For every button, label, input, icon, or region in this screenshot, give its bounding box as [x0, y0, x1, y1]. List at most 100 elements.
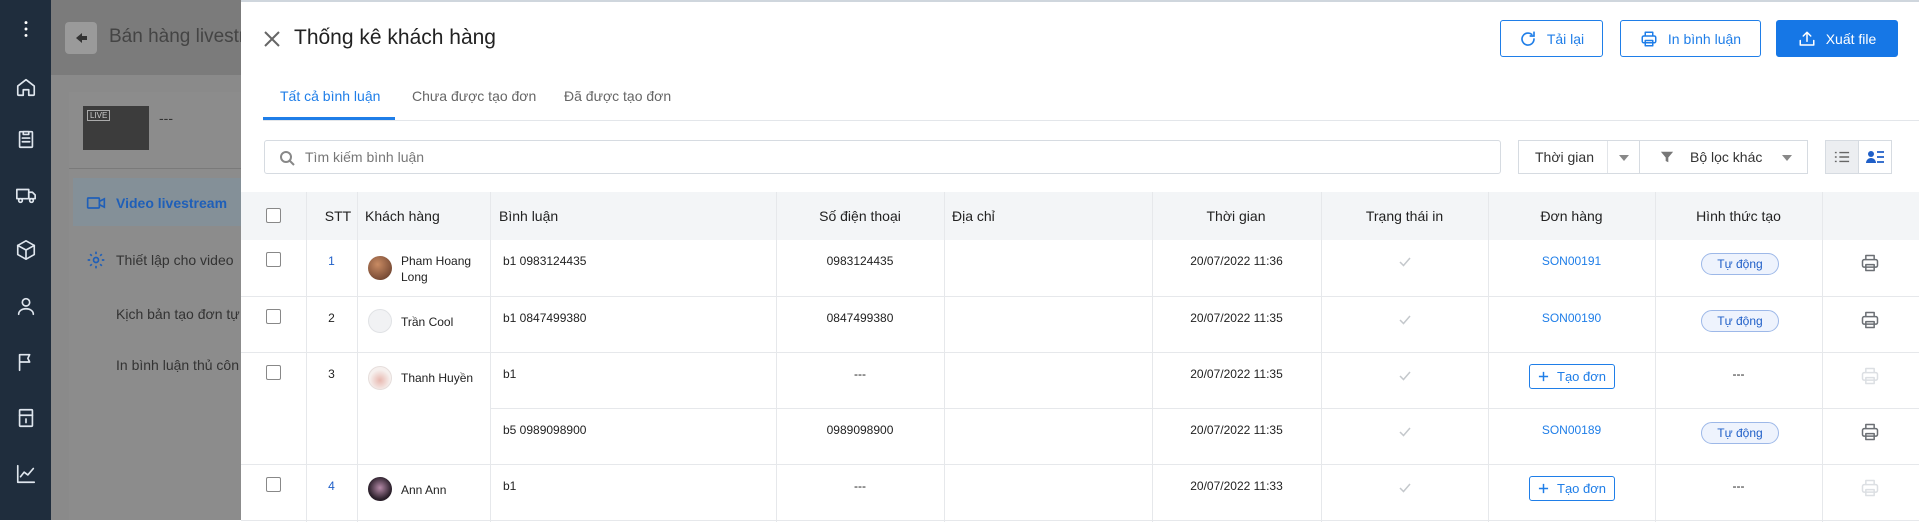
back-button[interactable] — [65, 22, 97, 54]
rail-home[interactable] — [0, 67, 51, 107]
other-filter-select[interactable]: Bộ lọc khác — [1639, 140, 1808, 174]
row-print-button[interactable] — [1860, 422, 1880, 445]
close-button[interactable] — [261, 28, 283, 50]
col-method: Hình thức tạo — [1696, 208, 1781, 224]
search-icon — [280, 151, 295, 166]
comment-text: b1 0847499380 — [503, 311, 587, 325]
menu-item-label: Thiết lập cho video — [116, 252, 234, 268]
order-link[interactable]: SON00190 — [1488, 311, 1655, 325]
order-link[interactable]: SON00191 — [1488, 254, 1655, 268]
row-stt: 2 — [328, 311, 335, 325]
video-camera-icon — [86, 197, 106, 209]
order-link[interactable]: SON00189 — [1488, 423, 1655, 437]
print-comments-button[interactable]: In bình luận — [1620, 20, 1761, 57]
method-badge: Tự động — [1701, 310, 1779, 332]
card-view-toggle[interactable] — [1858, 140, 1892, 174]
reload-button[interactable]: Tải lại — [1500, 20, 1603, 57]
user-icon — [17, 297, 34, 316]
row-checkbox[interactable] — [266, 477, 281, 492]
rail-finance[interactable] — [0, 398, 51, 438]
active-tab-indicator — [263, 117, 395, 120]
rail-customers[interactable] — [0, 286, 51, 326]
rail-campaigns[interactable] — [0, 342, 51, 382]
rail-reports[interactable] — [0, 454, 51, 494]
truck-icon — [15, 188, 36, 204]
stream-thumbnail: LIVE — [83, 106, 149, 150]
row-checkbox[interactable] — [266, 309, 281, 324]
row-checkbox[interactable] — [266, 252, 281, 267]
search-input[interactable] — [303, 142, 1493, 172]
rail-products[interactable] — [0, 230, 51, 270]
box-icon — [16, 240, 35, 260]
check-icon — [1399, 427, 1411, 437]
close-icon — [264, 31, 280, 47]
print-status — [1398, 369, 1412, 386]
reload-button-label: Tải lại — [1546, 30, 1585, 47]
menu-item-manual-print[interactable]: In bình luận thủ côn — [116, 357, 239, 373]
col-print-status: Trạng thái in — [1365, 208, 1444, 224]
avatar — [368, 309, 392, 333]
avatar — [368, 477, 392, 501]
comment-text: b1 — [503, 479, 517, 493]
rail-shipping[interactable] — [0, 175, 51, 215]
customer-name-line2: Long — [401, 270, 428, 284]
printer-icon — [1861, 479, 1879, 497]
upload-icon — [1799, 31, 1815, 46]
create-order-button[interactable]: Tạo đơn — [1529, 476, 1615, 501]
modal-title: Thống kê khách hàng — [294, 26, 496, 49]
plus-icon — [1538, 483, 1549, 494]
select-divider — [1607, 141, 1608, 173]
row-checkbox[interactable] — [266, 365, 281, 380]
customer-name: Trần Cool — [401, 315, 454, 329]
print-status — [1398, 425, 1412, 442]
create-order-button[interactable]: Tạo đơn — [1529, 364, 1615, 389]
rail-menu-button[interactable] — [0, 9, 51, 49]
menu-item-video-livestream[interactable]: Video livestream — [86, 195, 227, 211]
table-header: STT Khách hàng Bình luận Số điện thoại Đ… — [241, 192, 1919, 240]
comment-text: b1 — [503, 367, 517, 381]
print-status — [1398, 481, 1412, 498]
col-time: Thời gian — [1206, 208, 1266, 224]
avatar — [368, 366, 392, 390]
stream-title: --- — [159, 110, 173, 126]
printer-icon — [1861, 367, 1879, 385]
menu-item-order-script[interactable]: Kịch bản tạo đơn tự — [116, 306, 240, 322]
tab-ordered[interactable]: Đã được tạo đơn — [564, 88, 671, 104]
time-filter-select[interactable]: Thời gian — [1518, 140, 1640, 174]
customer-name: Thanh Huyền — [401, 371, 474, 385]
col-address: Địa chỉ — [952, 208, 995, 224]
customer-name-line1: Pham Hoang — [401, 254, 472, 268]
filter-icon — [1660, 151, 1674, 163]
col-order: Đơn hàng — [1540, 208, 1603, 224]
phone-text: --- — [854, 367, 866, 381]
customer-stats-modal: Thống kê khách hàng Tải lại In bình luận… — [241, 0, 1919, 522]
row-print-button[interactable] — [1860, 253, 1880, 276]
tab-all-comments[interactable]: Tất cả bình luận — [280, 88, 380, 104]
row-print-button[interactable] — [1860, 310, 1880, 333]
time-filter-label: Thời gian — [1535, 149, 1594, 165]
check-icon — [1399, 483, 1411, 493]
customer-name: Ann Ann — [401, 483, 447, 497]
print-status — [1398, 313, 1412, 330]
row-stt: 3 — [328, 367, 335, 381]
phone-text: 0989098900 — [826, 423, 894, 437]
rail-orders[interactable] — [0, 119, 51, 159]
list-view-icon — [1834, 151, 1850, 163]
export-file-button[interactable]: Xuất file — [1776, 20, 1898, 57]
col-phone: Số điện thoại — [819, 208, 901, 224]
reload-icon — [1521, 30, 1535, 46]
select-all-checkbox[interactable] — [266, 208, 281, 223]
tab-not-ordered[interactable]: Chưa được tạo đơn — [412, 88, 536, 104]
printer-icon — [1861, 423, 1879, 441]
printer-icon — [1641, 31, 1657, 46]
flag-icon — [18, 353, 30, 372]
list-view-toggle[interactable] — [1825, 140, 1859, 174]
phone-text: 0983124435 — [826, 254, 894, 268]
back-arrow-icon — [76, 33, 87, 43]
check-icon — [1399, 371, 1411, 381]
method-badge: Tự động — [1701, 422, 1779, 444]
menu-item-video-settings[interactable]: Thiết lập cho video — [87, 251, 234, 269]
search-box — [264, 140, 1501, 174]
chevron-down-icon — [1782, 155, 1792, 161]
time-text: 20/07/2022 11:35 — [1190, 423, 1283, 437]
